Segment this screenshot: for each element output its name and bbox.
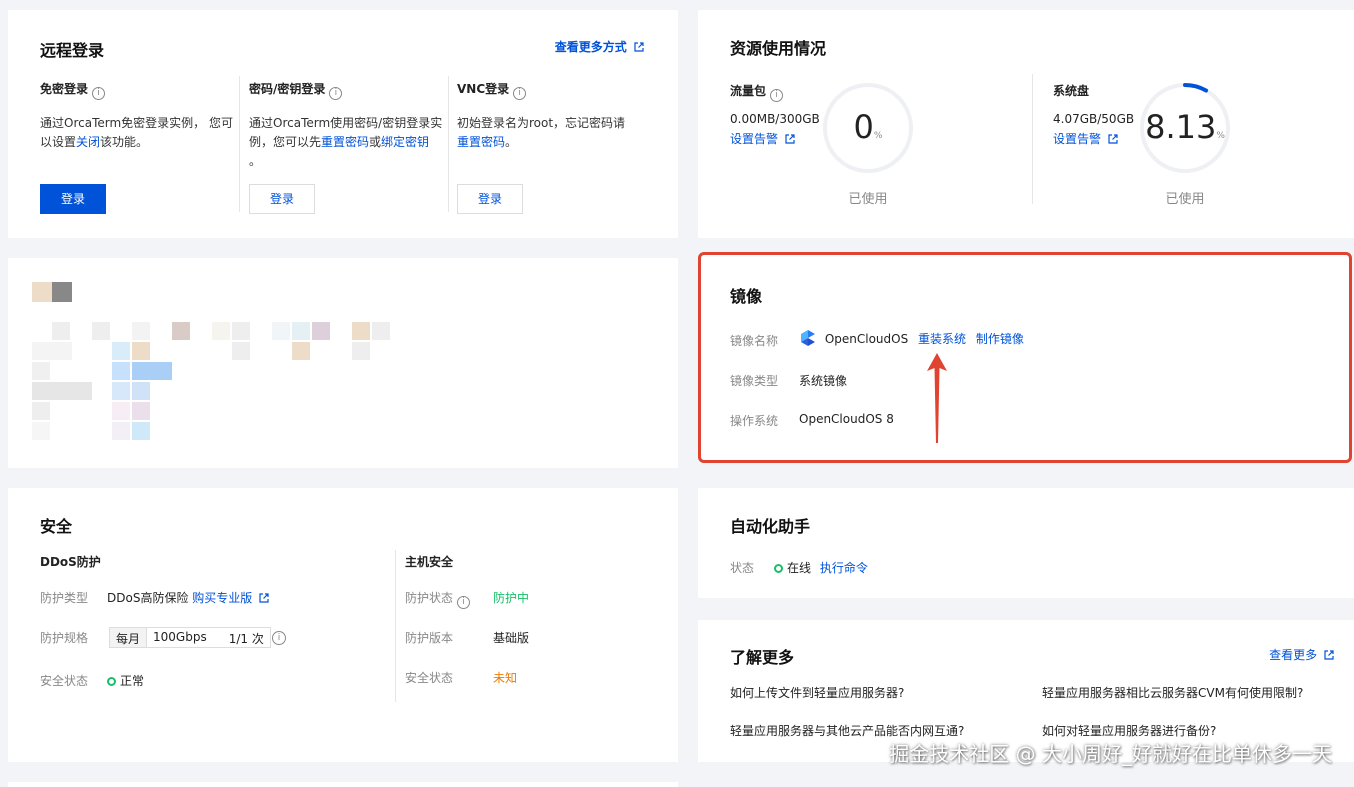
execute-command-link[interactable]: 执行命令 — [820, 561, 868, 575]
host-security-heading: 主机安全 — [405, 555, 454, 569]
automation-title: 自动化助手 — [730, 517, 811, 536]
faq-item[interactable]: 如何对轻量应用服务器进行备份? — [1042, 722, 1216, 739]
image-type-label: 镜像类型 — [730, 374, 779, 388]
info-icon[interactable]: i — [457, 596, 471, 609]
os-value: OpenCloudOS 8 — [799, 412, 894, 426]
online-status-icon — [774, 564, 783, 573]
host-status-label: 防护状态 i — [405, 589, 471, 609]
spec-bandwidth: 100Gbps — [153, 630, 207, 644]
info-icon[interactable]: i — [770, 89, 784, 102]
ddos-status-label: 安全状态 — [40, 674, 89, 688]
os-label: 操作系统 — [730, 414, 779, 428]
disk-percent: 8.13% — [1145, 108, 1225, 146]
resource-usage-card: 资源使用情况 流量包 i 0.00MB/300GB 设置告警 0% 已使用 系统盘… — [698, 10, 1354, 238]
image-title: 镜像 — [730, 287, 763, 306]
reset-password-link[interactable]: 重置密码 — [321, 135, 369, 149]
vnc-login-heading: VNC登录 i — [457, 80, 527, 100]
bottom-card-stub — [8, 782, 678, 787]
traffic-percent: 0% — [853, 108, 883, 146]
info-icon[interactable]: i — [329, 87, 343, 100]
ddos-type-label: 防护类型 — [40, 591, 89, 605]
external-link-icon — [1108, 134, 1118, 144]
image-name-value: OpenCloudOS — [824, 332, 909, 346]
password-key-login-desc: 通过OrcaTerm使用密码/密钥登录实 例，您可以先重置密码或绑定密钥 。 — [249, 116, 443, 168]
divider — [395, 550, 396, 702]
divider — [448, 76, 449, 212]
passwordless-login-button[interactable]: 登录 — [40, 184, 106, 214]
host-version-label: 防护版本 — [405, 631, 454, 645]
resource-usage-title: 资源使用情况 — [730, 39, 827, 58]
external-link-icon — [1324, 650, 1334, 660]
passwordless-login-desc: 通过OrcaTerm免密登录实例， 您可 以设置关闭该功能。 — [40, 116, 233, 149]
traffic-used-label: 已使用 — [848, 192, 888, 207]
external-link-icon — [785, 134, 795, 144]
buy-pro-link[interactable]: 购买专业版 — [192, 591, 269, 605]
vnc-reset-password-link[interactable]: 重置密码 — [457, 135, 505, 149]
status-ok-icon — [107, 677, 116, 686]
password-key-login-heading: 密码/密钥登录 i — [249, 80, 343, 100]
ddos-type-row: DDoS高防保险 购买专业版 — [107, 589, 269, 606]
external-link-icon — [259, 593, 269, 603]
automation-state-row: 在线 执行命令 — [774, 559, 868, 576]
image-name-row: OpenCloudOS 重装系统 制作镜像 — [799, 329, 1024, 347]
watermark: 掘金技术社区 @ 大小周好_好就好在比单休多一天 — [889, 742, 1332, 766]
info-icon[interactable]: i — [272, 631, 286, 645]
disk-used-label: 已使用 — [1165, 192, 1205, 207]
host-status-value: 防护中 — [493, 591, 530, 605]
host-version-value: 基础版 — [493, 631, 530, 645]
automation-card: 自动化助手 状态 在线 执行命令 — [698, 488, 1354, 598]
password-login-button[interactable]: 登录 — [249, 184, 315, 214]
disk-value: 4.07GB/50GB — [1053, 112, 1135, 126]
traffic-alert-link[interactable]: 设置告警 — [730, 130, 795, 147]
passwordless-login-heading: 免密登录 i — [40, 80, 106, 100]
annotation-arrow — [927, 353, 947, 443]
blurred-info-card — [8, 258, 678, 468]
spec-period: 每月 — [110, 628, 148, 647]
ddos-spec-box: 每月 100Gbps 1/1 次 — [109, 627, 271, 648]
automation-state-label: 状态 — [730, 561, 755, 575]
info-icon[interactable]: i — [92, 87, 106, 100]
reinstall-system-link[interactable]: 重装系统 — [918, 332, 966, 346]
faq-item[interactable]: 轻量应用服务器相比云服务器CVM有何使用限制? — [1042, 684, 1303, 701]
more-login-methods-link[interactable]: 查看更多方式 — [555, 38, 644, 55]
make-image-link[interactable]: 制作镜像 — [976, 332, 1024, 346]
ddos-spec-label: 防护规格 — [40, 631, 89, 645]
system-disk-label: 系统盘 — [1053, 84, 1090, 98]
image-type-value: 系统镜像 — [799, 374, 848, 388]
disable-passwordless-link[interactable]: 关闭 — [76, 135, 100, 149]
bind-key-link[interactable]: 绑定密钥 — [381, 135, 429, 149]
info-icon[interactable]: i — [513, 87, 527, 100]
ddos-heading: DDoS防护 — [40, 555, 101, 569]
opencloudos-logo-icon — [801, 330, 815, 346]
remote-login-card: 远程登录 查看更多方式 免密登录 i 通过OrcaTerm免密登录实例， 您可 以… — [8, 10, 678, 238]
divider — [1032, 74, 1033, 204]
host-safety-label: 安全状态 — [405, 671, 454, 685]
learn-more-title: 了解更多 — [730, 648, 795, 667]
divider — [239, 76, 240, 212]
security-title: 安全 — [40, 517, 73, 536]
disk-alert-link[interactable]: 设置告警 — [1053, 130, 1118, 147]
vnc-login-button[interactable]: 登录 — [457, 184, 523, 214]
image-name-label: 镜像名称 — [730, 334, 779, 348]
remote-login-title: 远程登录 — [40, 41, 105, 60]
faq-item[interactable]: 如何上传文件到轻量应用服务器? — [730, 684, 904, 701]
vnc-login-desc: 初始登录名为root，忘记密码请 重置密码。 — [457, 116, 626, 149]
ddos-status-row: 正常 — [107, 672, 144, 689]
external-link-icon — [634, 42, 644, 52]
faq-item[interactable]: 轻量应用服务器与其他云产品能否内网互通? — [730, 722, 964, 739]
host-safety-value: 未知 — [493, 671, 518, 685]
traffic-value: 0.00MB/300GB — [730, 112, 820, 126]
image-card: 镜像 镜像名称 OpenCloudOS 重装系统 制作镜像 镜像类型 系统镜像 … — [698, 252, 1352, 463]
learn-more-link[interactable]: 查看更多 — [1269, 646, 1334, 663]
security-card: 安全 DDoS防护 防护类型 DDoS高防保险 购买专业版 防护规格 每月 10… — [8, 488, 678, 762]
traffic-package-label: 流量包 i — [730, 82, 784, 102]
spec-count: 1/1 次 — [228, 632, 264, 646]
